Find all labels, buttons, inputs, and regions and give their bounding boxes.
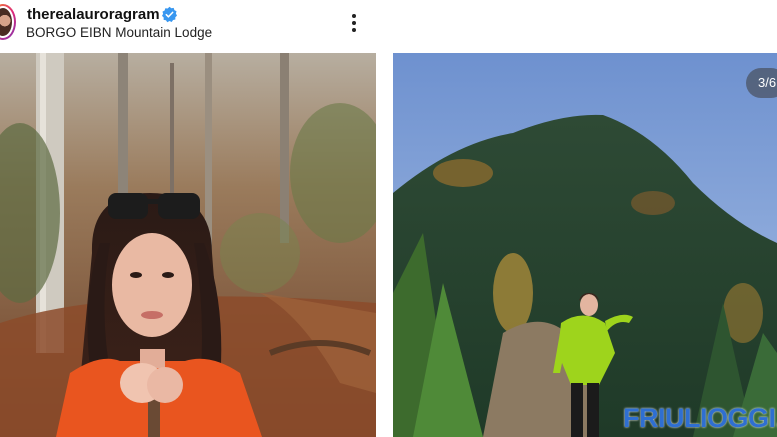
photo-woman-forest-selfie[interactable]: [0, 53, 376, 437]
verified-badge-icon: [161, 6, 178, 23]
avatar[interactable]: [0, 4, 16, 40]
post-header: therealauroragram BORGO EIBN Mountain Lo…: [0, 0, 777, 52]
location-link[interactable]: BORGO EIBN Mountain Lodge: [26, 25, 212, 40]
more-vertical-icon[interactable]: [345, 10, 363, 36]
watermark: FRIULIOGGI.IT: [623, 403, 777, 433]
username[interactable]: therealauroragram: [27, 6, 160, 23]
photo-woman-mountain-viewpoint[interactable]: [393, 53, 777, 437]
carousel-counter: 3/6: [746, 68, 777, 98]
